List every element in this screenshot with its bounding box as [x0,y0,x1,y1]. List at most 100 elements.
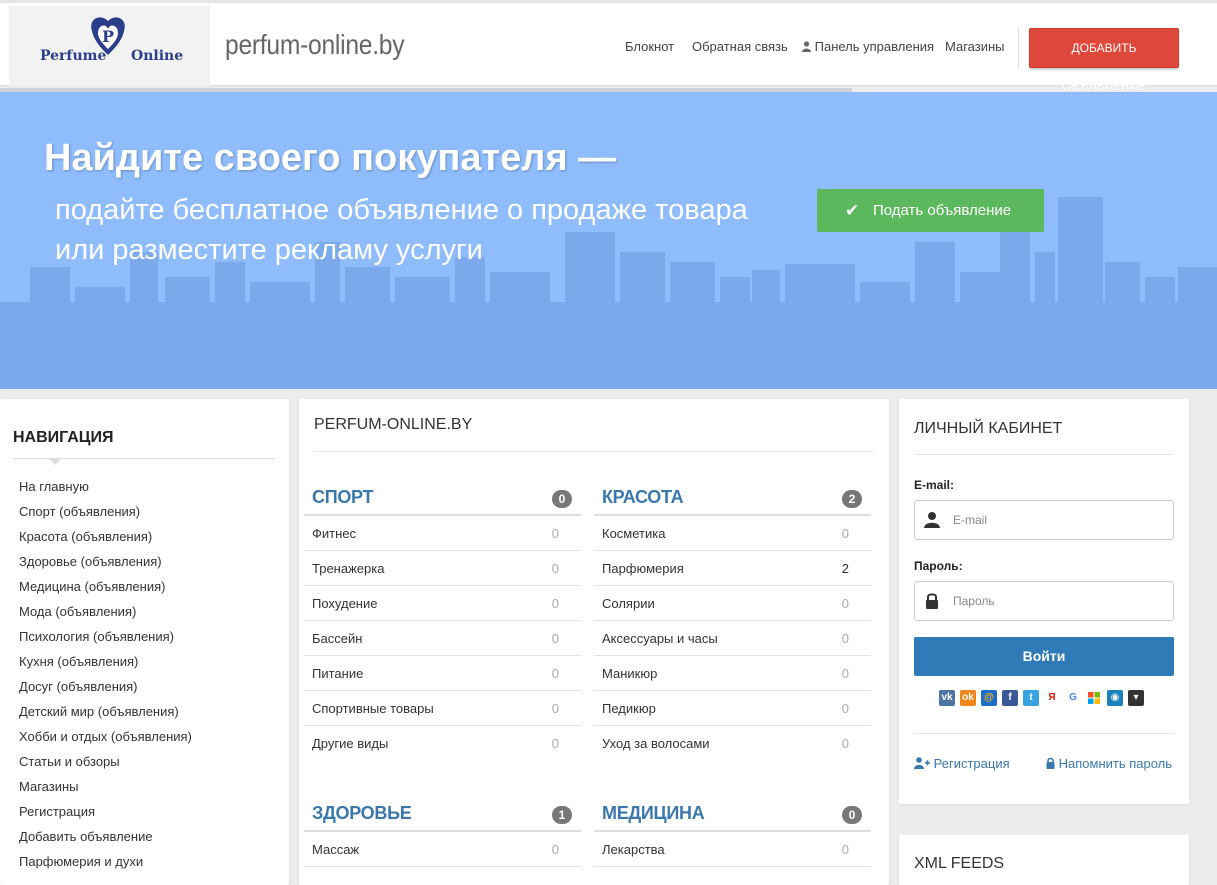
more-icon[interactable]: ▾ [1128,690,1144,706]
mailru-icon[interactable]: @ [981,690,997,706]
subcategory-row[interactable]: Маникюр 0 [594,656,871,691]
subcategory-label[interactable]: Массаж [312,842,359,857]
nav-item-hobby[interactable]: Хобби и отдых (объявления) [19,728,192,753]
nav-item-health[interactable]: Здоровье (объявления) [19,553,192,578]
check-icon: ✔ [845,201,860,220]
category-name[interactable]: СПОРТ [312,487,374,508]
nav-item-add-listing[interactable]: Добавить объявление [19,828,192,853]
subcategory-row[interactable]: Бассейн 0 [304,621,581,656]
nav-item-beauty[interactable]: Красота (объявления) [19,528,192,553]
subcategory-label[interactable]: Бассейн [312,631,362,646]
subcategory-label[interactable]: Другие виды [312,736,388,751]
subcategory-row[interactable]: Лекарства 0 [594,832,871,867]
subcategory-row[interactable]: Аксессуары и часы 0 [594,621,871,656]
category-count-badge: 0 [552,490,572,508]
nav-item-perfumery[interactable]: Парфюмерия и духи [19,853,192,878]
register-link[interactable]: Регистрация [914,756,1010,771]
nav-item-fashion[interactable]: Мода (объявления) [19,603,192,628]
navigation-panel: НАВИГАЦИЯ На главную Спорт (объявления) … [0,399,289,885]
topnav-dashboard[interactable]: Панель управления [802,39,934,54]
subcategory-label[interactable]: Уход за волосами [602,736,710,751]
subcategory-label[interactable]: Педикюр [602,701,656,716]
post-listing-label: Подать объявление [873,202,1012,219]
subcategory-row[interactable]: Солярии 0 [594,586,871,621]
remind-password-link[interactable]: Напомнить пароль [1046,756,1172,771]
category-name[interactable]: КРАСОТА [602,487,684,508]
add-listing-button[interactable]: Добавить объявление [1029,28,1179,93]
category-name[interactable]: ЗДОРОВЬЕ [312,803,412,824]
account-title: ЛИЧНЫЙ КАБИНЕТ [914,420,1063,437]
subcategory-row[interactable]: Спортивные товары 0 [304,691,581,726]
nav-item-home[interactable]: На главную [19,478,192,503]
vk-icon[interactable]: vk [939,690,955,706]
subcategory-label[interactable]: Фитнес [312,526,356,541]
subcategory-count: 0 [841,526,849,541]
nav-item-medicine[interactable]: Медицина (объявления) [19,578,192,603]
subcategory-label[interactable]: Питание [312,666,363,681]
subcategory-row[interactable]: Парфюмерия 2 [594,551,871,586]
subcategory-label[interactable]: Парфюмерия [602,561,684,576]
topnav-dashboard-label: Панель управления [814,39,935,54]
subcategory-label[interactable]: Спортивные товары [312,701,434,716]
email-field[interactable] [914,500,1174,540]
subcategory-row[interactable]: Другие виды 0 [304,726,581,761]
subcategory-count: 0 [551,526,559,541]
site-header: P Perfume Online perfum-online.by Блокно… [0,0,1217,93]
subcategory-row[interactable]: Педикюр 0 [594,691,871,726]
categories-title: PERFUM-ONLINE.BY [314,416,473,433]
twitter-icon[interactable]: t [1023,690,1039,706]
facebook-icon[interactable]: f [1002,690,1018,706]
nav-item-leisure[interactable]: Досуг (объявления) [19,678,192,703]
subcategory-row[interactable]: Уход за волосами 0 [594,726,871,761]
subcategory-count: 0 [841,842,849,857]
logo-text-left: Perfume [40,48,107,64]
site-logo[interactable]: P Perfume Online [9,6,210,86]
nav-item-sport[interactable]: Спорт (объявления) [19,503,192,528]
nav-item-articles[interactable]: Статьи и обзоры [19,753,192,778]
subcategory-row[interactable]: Фитнес 0 [304,516,581,551]
lock-icon [926,593,938,609]
subcategory-label[interactable]: Солярии [602,596,655,611]
remind-password-label: Напомнить пароль [1058,756,1173,771]
windows-icon[interactable] [1086,690,1102,706]
topnav-notepad[interactable]: Блокнот [625,39,674,54]
topnav-feedback[interactable]: Обратная связь [692,39,788,54]
subcategory-count: 2 [841,561,849,576]
yandex-icon[interactable]: Я [1044,690,1060,706]
nav-item-shops[interactable]: Магазины [19,778,192,803]
subcategory-label[interactable]: Маникюр [602,666,657,681]
subcategory-row[interactable]: Массаж 0 [304,832,581,867]
post-listing-button[interactable]: ✔ Подать объявление [817,189,1044,232]
subcategory-label[interactable]: Тренажерка [312,561,384,576]
category-medicine: МЕДИЦИНА 0 Лекарства 0 [594,794,871,867]
google-icon[interactable]: G [1065,690,1081,706]
steam-icon[interactable]: ◉ [1107,690,1123,706]
subcategory-label[interactable]: Похудение [312,596,377,611]
nav-item-kitchen[interactable]: Кухня (объявления) [19,653,192,678]
password-input[interactable] [953,590,1163,612]
email-input[interactable] [953,509,1163,531]
site-name[interactable]: perfum-online.by [225,29,405,61]
nav-item-psychology[interactable]: Психология (объявления) [19,628,192,653]
subcategory-label[interactable]: Лекарства [602,842,665,857]
subcategory-label[interactable]: Аксессуары и часы [602,631,718,646]
category-name[interactable]: МЕДИЦИНА [602,803,705,824]
password-field[interactable] [914,581,1174,621]
topnav-shops[interactable]: Магазины [945,39,1005,54]
subcategory-row[interactable]: Питание 0 [304,656,581,691]
account-panel: ЛИЧНЫЙ КАБИНЕТ E-mail: Пароль: Войти vk … [899,399,1189,804]
category-count-badge: 1 [552,806,572,824]
user-icon [924,512,940,528]
nav-item-kids[interactable]: Детский мир (объявления) [19,703,192,728]
category-count-badge: 0 [842,806,862,824]
odnoklassniki-icon[interactable]: ok [960,690,976,706]
nav-item-register[interactable]: Регистрация [19,803,192,828]
user-plus-icon [914,757,930,769]
subcategory-count: 0 [841,596,849,611]
subcategory-row[interactable]: Похудение 0 [304,586,581,621]
subcategory-label[interactable]: Косметика [602,526,665,541]
subcategory-row[interactable]: Тренажерка 0 [304,551,581,586]
xml-feeds-panel: XML FEEDS [899,835,1189,885]
subcategory-row[interactable]: Косметика 0 [594,516,871,551]
login-button[interactable]: Войти [914,637,1174,676]
